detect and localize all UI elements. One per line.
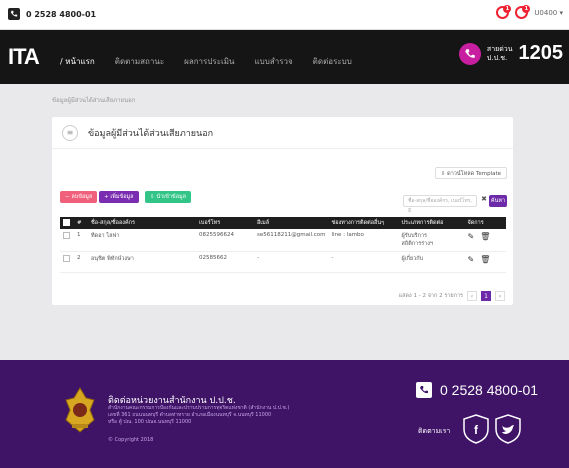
stakeholder-table: # ชื่อ-สกุล/ชื่อองค์กร เบอร์โทร อีเมล์ ช… bbox=[60, 217, 506, 273]
footer-address-line: เลขที่ 361 ถนนนนทบุรี ตำบลท่าทราย อำเภอเ… bbox=[108, 412, 272, 418]
col-no: # bbox=[74, 217, 88, 229]
facebook-icon[interactable]: f bbox=[462, 414, 490, 444]
nav-item-contact[interactable]: ติดต่อระบบ bbox=[313, 55, 352, 68]
col-type: ประเภทการติดต่อ bbox=[398, 217, 465, 229]
nav-item-status[interactable]: ติดตามสถานะ bbox=[115, 55, 164, 68]
row-no: 1 bbox=[74, 229, 88, 252]
edit-icon[interactable]: ✎ bbox=[468, 232, 475, 241]
pagination: แสดง 1 - 2 จาก 2 รายการ ‹ 1 › bbox=[399, 291, 505, 301]
row-other: line : lambo bbox=[328, 229, 399, 252]
row-other: - bbox=[328, 251, 399, 273]
footer-phone: 0 2528 4800-01 bbox=[416, 382, 538, 398]
footer-phone-number: 0 2528 4800-01 bbox=[440, 382, 539, 398]
card-title: ข้อมูลผู้มีส่วนได้ส่วนเสียภายนอก bbox=[88, 128, 214, 139]
svg-text:f: f bbox=[474, 423, 479, 437]
prev-page-button[interactable]: ‹ bbox=[467, 291, 477, 301]
alert-badge: 1 bbox=[522, 5, 531, 13]
download-template-button[interactable]: ⇩ ดาวน์โหลด Template bbox=[434, 167, 507, 179]
row-checkbox[interactable] bbox=[63, 232, 70, 239]
hotline-org: ป.ป.ช. bbox=[486, 53, 508, 62]
user-menu[interactable]: U0400 ▾ bbox=[534, 9, 563, 17]
menu-icon: ≡ bbox=[62, 124, 78, 141]
table-row: 2 อนุชิต พิทักษ์วงษา 02585662 - - ผู้เกี… bbox=[60, 251, 506, 273]
top-bar: 0 2528 4800-01 1 1 U0400 ▾ bbox=[0, 0, 569, 30]
row-email: se56118211@gmail.com bbox=[254, 229, 329, 252]
edit-icon[interactable]: ✎ bbox=[468, 255, 475, 264]
footer-address-line: สำนักงานคณะกรรมการป้องกันและปราบปรามการท… bbox=[108, 405, 290, 411]
next-page-button[interactable]: › bbox=[495, 291, 505, 301]
nacc-emblem-icon bbox=[65, 387, 95, 433]
col-actions: จัดการ bbox=[464, 217, 506, 229]
hotline-phone-icon bbox=[458, 42, 481, 65]
import-button[interactable]: ⇩ นำเข้าข้อมูล bbox=[145, 191, 191, 203]
row-no: 2 bbox=[74, 251, 88, 273]
breadcrumb: ข้อมูลผู้มีส่วนได้ส่วนเสียภายนอก bbox=[52, 97, 136, 104]
twitter-icon[interactable] bbox=[494, 414, 522, 444]
footer-copyright: © Copyright 2018 bbox=[108, 437, 154, 443]
top-phone-number: 0 2528 4800-01 bbox=[26, 9, 97, 19]
add-button[interactable]: + เพิ่มข้อมูล bbox=[99, 191, 139, 203]
footer-address-line: หรือ ตู้ ปณ. 100 ปณจ.นนทบุรี 11000 bbox=[108, 419, 192, 425]
follow-label: ติดตามเรา bbox=[418, 427, 451, 435]
nav-item-home[interactable]: / หน้าแรก bbox=[60, 55, 95, 68]
page-1-button[interactable]: 1 bbox=[481, 291, 491, 301]
col-phone: เบอร์โทร bbox=[196, 217, 254, 229]
pagination-summary: แสดง 1 - 2 จาก 2 รายการ bbox=[398, 293, 463, 299]
row-checkbox[interactable] bbox=[63, 255, 70, 262]
hotline-label: สายด่วน bbox=[486, 44, 513, 53]
search-input[interactable]: ชื่อ-สกุล/ชื่อองค์กร, เบอร์โทร, อี bbox=[403, 195, 477, 214]
delete-icon[interactable]: 🗑 bbox=[480, 255, 490, 264]
row-type: ผู้เกี่ยวกับ bbox=[401, 256, 424, 262]
clear-search-icon[interactable]: ✖ bbox=[481, 195, 487, 203]
alert-icon[interactable]: 1 bbox=[515, 5, 531, 19]
search-button[interactable]: ค้นหา bbox=[489, 195, 507, 207]
row-name: อนุชิต พิทักษ์วงษา bbox=[88, 251, 196, 273]
row-type: ผู้รับบริการ bbox=[401, 233, 428, 239]
hotline: สายด่วน ป.ป.ช. 1205 bbox=[458, 42, 564, 65]
col-other: ช่องทางการติดต่ออื่นๆ bbox=[328, 217, 399, 229]
nav-item-results[interactable]: ผลการประเมิน bbox=[184, 55, 234, 68]
delete-button[interactable]: − ลบข้อมูล bbox=[60, 191, 98, 203]
hotline-number: 1205 bbox=[518, 42, 564, 64]
nav-item-survey[interactable]: แบบสำรวจ bbox=[255, 55, 293, 68]
row-phone: 0825596624 bbox=[196, 229, 254, 252]
table-row: 1 ทีดอา ไลฟา 0825596624 se56118211@gmail… bbox=[60, 229, 506, 252]
footer-phone-icon bbox=[416, 382, 432, 398]
delete-icon[interactable]: 🗑 bbox=[480, 232, 490, 241]
col-name: ชื่อ-สกุล/ชื่อองค์กร bbox=[88, 217, 196, 229]
phone-icon bbox=[8, 8, 20, 20]
select-all-checkbox[interactable] bbox=[63, 218, 70, 226]
notification-icon[interactable]: 1 bbox=[496, 5, 512, 19]
main-nav: ITA / หน้าแรก ติดตามสถานะ ผลการประเมิน แ… bbox=[0, 30, 569, 84]
row-phone: 02585662 bbox=[196, 251, 254, 273]
row-name: ทีดอา ไลฟา bbox=[88, 229, 196, 252]
top-phone: 0 2528 4800-01 bbox=[8, 8, 96, 20]
row-type-sub: สถิติการร่างฯ bbox=[401, 241, 433, 247]
stakeholder-card: ≡ ข้อมูลผู้มีส่วนได้ส่วนเสียภายนอก ⇩ ดาว… bbox=[52, 117, 513, 305]
site-logo[interactable]: ITA bbox=[8, 44, 40, 70]
notification-badge: 1 bbox=[503, 5, 512, 13]
row-email: - bbox=[254, 251, 329, 273]
col-email: อีเมล์ bbox=[254, 217, 329, 229]
